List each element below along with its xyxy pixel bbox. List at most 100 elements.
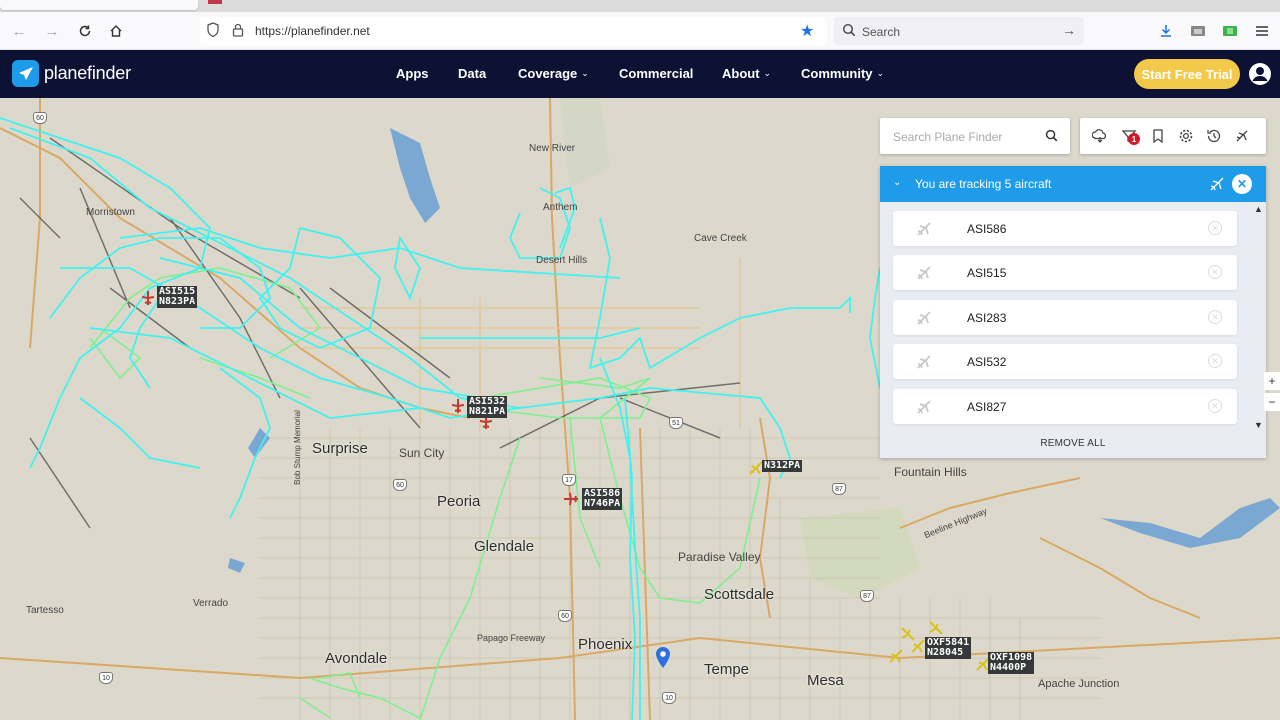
flight-label-asi532[interactable]: ASI532 N821PA: [467, 396, 508, 418]
tracked-aircraft-row[interactable]: ASI532 ✕: [893, 344, 1237, 379]
search-icon[interactable]: [1045, 129, 1058, 147]
filter-count-badge: 1: [1128, 133, 1140, 145]
remove-aircraft-icon[interactable]: ✕: [1208, 399, 1222, 413]
url-bar[interactable]: https://planefinder.net ★: [200, 17, 826, 45]
home-icon[interactable]: [105, 20, 127, 42]
planefinder-logo[interactable]: planefinder: [12, 60, 131, 87]
nav-about[interactable]: About ⌄: [722, 66, 771, 81]
reload-icon[interactable]: [74, 20, 96, 42]
nav-commercial[interactable]: Commercial: [619, 66, 693, 81]
chevron-down-icon: ⌄: [876, 68, 885, 78]
forward-icon[interactable]: →: [41, 20, 63, 42]
flight-label-oxf1098[interactable]: OXF1098 N4400P: [988, 652, 1035, 674]
flight-registration: N746PA: [584, 498, 621, 509]
aircraft-marker-asi515[interactable]: [140, 290, 156, 306]
map-label-desert-hills: Desert Hills: [536, 255, 588, 266]
nav-about-label: About: [722, 66, 760, 81]
aircraft-marker-asi586[interactable]: [563, 491, 579, 507]
remove-all-button[interactable]: REMOVE ALL: [880, 438, 1266, 449]
zoom-out-button[interactable]: −: [1264, 393, 1280, 411]
lock-icon[interactable]: [232, 22, 244, 43]
map-label-morristown: Morristown: [86, 207, 135, 218]
highway-shield: 51: [669, 417, 683, 429]
map-label-papago-freeway: Papago Freeway: [477, 633, 546, 643]
highway-shield: 10: [99, 672, 113, 684]
plane-icon: [917, 311, 931, 325]
url-text[interactable]: https://planefinder.net: [255, 24, 370, 38]
scroll-down-icon[interactable]: ▼: [1254, 420, 1263, 430]
map-label-bob-stump: Bob Stump Memorial: [292, 410, 302, 485]
flight-label-asi515[interactable]: ASI515 N823PA: [157, 286, 198, 308]
aircraft-marker[interactable]: [928, 620, 944, 636]
remove-aircraft-icon[interactable]: ✕: [1208, 310, 1222, 324]
plane-finder-search[interactable]: Search Plane Finder: [880, 118, 1070, 154]
browser-tab-inactive[interactable]: [208, 0, 222, 4]
tracked-aircraft-callsign: ASI586: [967, 222, 1007, 236]
map-label-new-river: New River: [529, 143, 576, 154]
start-free-trial-button[interactable]: Start Free Trial: [1134, 59, 1240, 89]
search-go-icon[interactable]: →: [1062, 22, 1076, 38]
history-icon[interactable]: [1206, 128, 1222, 144]
map-label-anthem: Anthem: [543, 202, 578, 213]
highway-shield: 60: [33, 112, 47, 124]
bookmark-star-icon[interactable]: ★: [800, 21, 814, 41]
browser-search-placeholder: Search: [862, 25, 901, 39]
screenshot-icon[interactable]: [1187, 20, 1209, 42]
tracked-aircraft-row[interactable]: ASI586 ✕: [893, 211, 1237, 246]
map-label-avondale: Avondale: [325, 650, 388, 667]
highway-shield: 60: [558, 610, 572, 622]
nav-apps[interactable]: Apps: [396, 66, 429, 81]
user-account-icon[interactable]: [1248, 62, 1272, 86]
airport-icon[interactable]: [1234, 128, 1250, 144]
nav-community-label: Community: [801, 66, 873, 81]
map-toolbar: [1080, 118, 1266, 154]
aircraft-marker-asi532[interactable]: [450, 398, 466, 414]
browser-tab-active[interactable]: [0, 0, 198, 10]
highway-shield: 60: [393, 479, 407, 491]
plane-icon[interactable]: [1208, 175, 1226, 198]
layers-icon[interactable]: [1092, 128, 1108, 144]
nav-coverage[interactable]: Coverage ⌄: [518, 66, 589, 81]
map-label-scottsdale: Scottsdale: [704, 586, 775, 603]
bookmark-icon[interactable]: [1150, 128, 1166, 144]
map-label-fountain-hills: Fountain Hills: [894, 465, 967, 479]
gear-icon[interactable]: [1178, 128, 1194, 144]
scroll-up-icon[interactable]: ▲: [1254, 204, 1263, 214]
tracking-shield-icon[interactable]: [206, 22, 220, 43]
extension-icon[interactable]: [1219, 20, 1241, 42]
nav-data[interactable]: Data: [458, 66, 486, 81]
tracked-aircraft-row[interactable]: ASI827 ✕: [893, 389, 1237, 424]
plane-icon: [917, 400, 931, 414]
chevron-down-icon: ⌄: [763, 68, 772, 78]
remove-aircraft-icon[interactable]: ✕: [1208, 265, 1222, 279]
remove-aircraft-icon[interactable]: ✕: [1208, 221, 1222, 235]
plane-search-input[interactable]: Search Plane Finder: [893, 130, 1002, 144]
browser-search-bar[interactable]: Search →: [834, 17, 1084, 45]
tracked-aircraft-callsign: ASI283: [967, 311, 1007, 325]
highway-shield: 87: [860, 590, 874, 602]
menu-icon[interactable]: [1251, 20, 1273, 42]
flight-label-asi586[interactable]: ASI586 N746PA: [582, 488, 623, 510]
back-icon[interactable]: ←: [8, 20, 30, 42]
flight-registration: N821PA: [469, 406, 506, 417]
tracked-aircraft-row[interactable]: ASI515 ✕: [893, 255, 1237, 290]
nav-community[interactable]: Community ⌄: [801, 66, 884, 81]
map-label-tempe: Tempe: [704, 661, 750, 678]
tracked-aircraft-callsign: ASI827: [967, 400, 1007, 414]
zoom-in-button[interactable]: +: [1264, 372, 1280, 390]
remove-aircraft-icon[interactable]: ✕: [1208, 354, 1222, 368]
aircraft-marker-oxf5841[interactable]: [910, 638, 926, 654]
close-icon[interactable]: ✕: [1232, 174, 1252, 194]
flight-label-n312pa[interactable]: N312PA: [762, 460, 803, 472]
downloads-icon[interactable]: [1155, 20, 1177, 42]
map-label-glendale: Glendale: [474, 538, 535, 555]
nav-apps-label: Apps: [396, 66, 429, 81]
flight-label-oxf5841[interactable]: OXF5841 N28045: [925, 637, 972, 659]
nav-coverage-label: Coverage: [518, 66, 578, 81]
highway-shield: 87: [832, 483, 846, 495]
collapse-chevron-icon[interactable]: ⌄: [893, 177, 901, 188]
tracked-aircraft-row[interactable]: ASI283 ✕: [893, 300, 1237, 335]
tracking-panel-header[interactable]: ⌄ You are tracking 5 aircraft ✕: [880, 166, 1266, 202]
location-pin-icon[interactable]: [654, 646, 672, 670]
aircraft-marker[interactable]: [888, 648, 904, 664]
